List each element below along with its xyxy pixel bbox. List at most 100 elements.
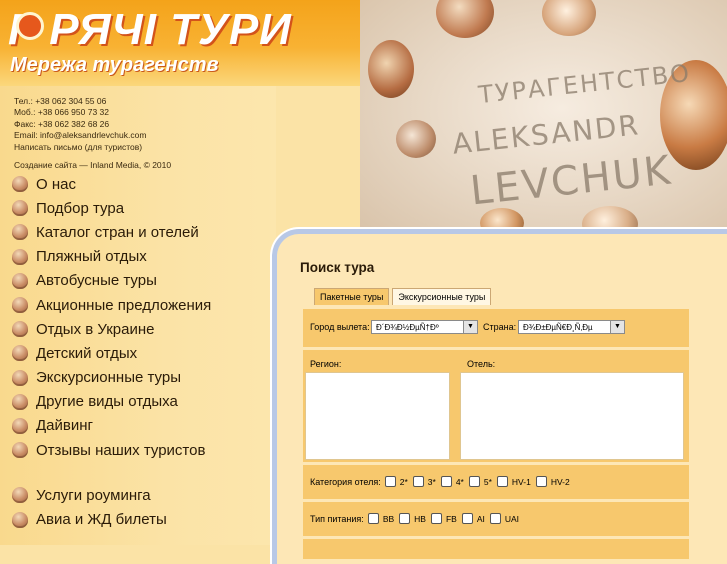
menu-item[interactable]: Подбор тура [12,196,211,220]
meal-checkbox[interactable]: UAI [489,513,519,524]
mobile: Моб.: +38 066 950 73 32 [14,107,109,118]
menu-link[interactable]: Дайвинг [36,417,93,434]
chevron-down-icon: ▼ [463,321,477,333]
meal-checkbox[interactable]: BB [367,513,394,524]
menu-link[interactable]: Услуги роуминга [36,487,151,504]
category-checkbox[interactable]: 3* [412,476,436,487]
meal-checkbox[interactable]: AI [461,513,485,524]
meal-row: Тип питания: BB HB FB AI UAI [303,499,689,536]
site-credit: Создание сайта — Inland Media, © 2010 [14,160,172,170]
menu-item[interactable]: О нас [12,172,211,196]
menu-link[interactable]: Автобусные туры [36,272,157,289]
category-checkbox[interactable]: HV-1 [496,476,531,487]
country-select[interactable]: Ð¾Ð±ÐµÑ€Ð¸Ñ‚Ðµ ▼ [518,320,625,334]
sand-writing: LEVCHUK [468,147,675,215]
menu-item[interactable]: Другие виды отдыха [12,390,211,414]
chevron-down-icon: ▼ [610,321,624,333]
meal-label: Тип питания: [310,513,364,524]
seashell-image [396,120,436,158]
checkbox[interactable] [461,513,473,524]
region-listbox[interactable] [305,372,450,460]
tab-excursion-tours[interactable]: Экскурсионные туры [392,288,492,305]
left-column: Г РЯЧІ ТУРИ Мережа турагенств Тел.: +38 … [0,0,360,545]
checkbox[interactable] [384,476,396,487]
shell-icon [12,345,28,362]
shell-icon [12,297,28,314]
write-letter-link[interactable]: Написать письмо (для туристов) [14,142,142,152]
checkbox[interactable] [468,476,480,487]
category-checkbox[interactable]: 2* [384,476,408,487]
category-row: Категория отеля: 2* 3* 4* 5* HV-1 HV-2 [303,462,689,499]
checkbox[interactable] [430,513,442,524]
shell-icon [12,176,28,193]
header-photo: ТУРАГЕНТСТВО ALEKSANDR LEVCHUK [360,0,727,240]
menu-link[interactable]: Другие виды отдыха [36,393,178,410]
menu-item[interactable]: Акционные предложения [12,293,211,317]
logo-title: Г РЯЧІ ТУРИ [8,5,292,54]
menu-item[interactable]: Отдых в Украине [12,317,211,341]
category-checkbox[interactable]: HV-2 [535,476,570,487]
menu-link[interactable]: О нас [36,176,76,193]
shell-icon [12,200,28,217]
phone: Тел.: +38 062 304 55 06 [14,96,107,106]
seashell-image [436,0,494,38]
seashell-image [368,40,414,98]
meal-checkbox[interactable]: FB [430,513,457,524]
menu-link[interactable]: Каталог стран и отелей [36,224,199,241]
menu-item[interactable]: Детский отдых [12,341,211,365]
category-checkbox[interactable]: 4* [440,476,464,487]
menu-link[interactable]: Отзывы наших туристов [36,442,205,459]
checkbox[interactable] [412,476,424,487]
region-hotel-row: Регион: Отель: [303,347,689,462]
shell-icon [12,369,28,386]
logo-subtitle: Мережа турагенств [10,54,219,76]
checkbox[interactable] [367,513,379,524]
departure-select[interactable]: Ð´Ð¾Ð½ÐµÑ†Ðº ▼ [371,320,478,334]
main-menu: О нас Подбор тура Каталог стран и отелей… [12,172,211,532]
country-label: Страна: [483,322,517,332]
meal-checkbox[interactable]: HB [399,513,426,524]
menu-link[interactable]: Детский отдых [36,345,137,362]
search-title: Поиск тура [300,260,375,275]
category-checkbox[interactable]: 5* [468,476,492,487]
menu-link[interactable]: Авиа и ЖД билеты [36,511,167,528]
menu-link[interactable]: Отдых в Украине [36,321,154,338]
shell-icon [12,321,28,338]
email[interactable]: Email: info@aleksandrlevchuk.com [14,130,146,141]
tab-package-tours[interactable]: Пакетные туры [314,288,390,305]
search-panel: Поиск тура Пакетные туры Экскурсионные т… [277,234,727,564]
hotel-label: Отель: [467,359,496,369]
country-value: Ð¾Ð±ÐµÑ€Ð¸Ñ‚Ðµ [523,323,593,332]
menu-spacer [12,462,211,483]
shell-icon [12,442,28,459]
checkbox[interactable] [440,476,452,487]
menu-item[interactable]: Автобусные туры [12,269,211,293]
sun-icon [16,12,44,40]
departure-value: Ð´Ð¾Ð½ÐµÑ†Ðº [376,323,439,332]
shell-icon [12,511,28,528]
logo[interactable]: Г РЯЧІ ТУРИ Мережа турагенств [0,0,360,86]
departure-label: Город вылета: [310,322,370,332]
checkbox[interactable] [496,476,508,487]
menu-link[interactable]: Подбор тура [36,200,124,217]
menu-item[interactable]: Каталог стран и отелей [12,220,211,244]
menu-link[interactable]: Акционные предложения [36,297,211,314]
region-label: Регион: [310,359,342,369]
menu-item[interactable]: Авиа и ЖД билеты [12,507,211,531]
seashell-image [542,0,596,36]
menu-item[interactable]: Пляжный отдых [12,245,211,269]
hotel-listbox[interactable] [460,372,684,460]
menu-link[interactable]: Экскурсионные туры [36,369,181,386]
menu-item[interactable]: Отзывы наших туристов [12,438,211,462]
checkbox[interactable] [489,513,501,524]
next-row [303,536,689,559]
checkbox[interactable] [535,476,547,487]
menu-link[interactable]: Пляжный отдых [36,248,147,265]
menu-item[interactable]: Дайвинг [12,414,211,438]
checkbox[interactable] [399,513,411,524]
shell-icon [12,417,28,434]
menu-item[interactable]: Экскурсионные туры [12,366,211,390]
shell-icon [12,272,28,289]
menu-item[interactable]: Услуги роуминга [12,483,211,507]
search-form: Город вылета: Ð´Ð¾Ð½ÐµÑ†Ðº ▼ Страна: Ð¾Ð… [303,306,689,559]
